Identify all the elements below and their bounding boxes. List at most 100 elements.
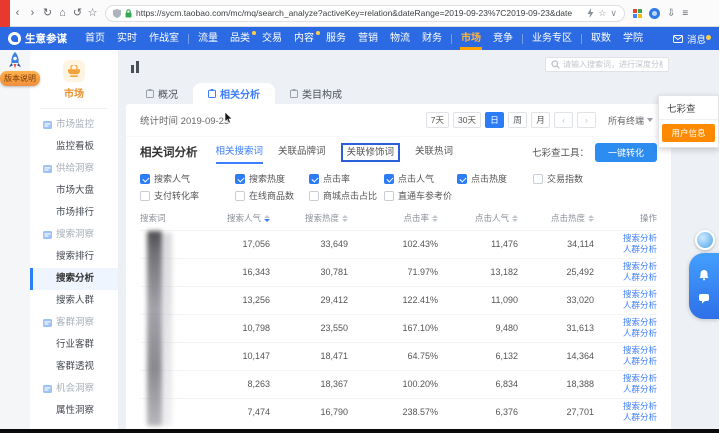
metric-checkbox[interactable]: 点击率: [309, 172, 384, 185]
nav-item[interactable]: 业务专区: [526, 27, 578, 50]
sort-icon[interactable]: [432, 215, 438, 222]
checkbox-unchecked-icon[interactable]: [309, 191, 319, 201]
search-analysis-link[interactable]: 搜索分析: [594, 373, 657, 384]
brand-name[interactable]: 生意参谋: [25, 31, 67, 46]
col-header-search-heat[interactable]: 搜索热度: [270, 206, 348, 230]
range-week-button[interactable]: 周: [508, 112, 527, 128]
url-text[interactable]: https://sycm.taobao.com/mc/mq/search_ana…: [136, 8, 583, 18]
menu-icon[interactable]: ≡: [682, 8, 688, 19]
sort-icon[interactable]: [342, 215, 348, 222]
sidebar-item-search-analysis[interactable]: 搜索分析: [30, 268, 118, 290]
subtab-modifier-words[interactable]: 关联修饰词: [341, 143, 401, 162]
metric-checkbox[interactable]: 商城点击占比: [309, 189, 384, 202]
url-dropdown-icon[interactable]: ∨: [610, 5, 617, 22]
subtab-brand-words[interactable]: 关联品牌词: [278, 137, 326, 167]
user-info-button[interactable]: 用户信息: [662, 124, 715, 142]
col-header-click-popularity[interactable]: 点击人气: [438, 206, 518, 230]
sidebar-item[interactable]: 市场排行: [30, 202, 118, 224]
nav-item[interactable]: 实时: [111, 27, 143, 50]
nav-item[interactable]: 作战室: [143, 27, 185, 50]
prev-date-button[interactable]: ‹: [554, 112, 573, 128]
sort-icon[interactable]: [588, 215, 594, 222]
sidebar-item[interactable]: 属性洞察: [30, 400, 118, 422]
sort-icon[interactable]: [264, 215, 270, 222]
search-analysis-link[interactable]: 搜索分析: [594, 261, 657, 272]
col-header-search-popularity[interactable]: 搜索人气: [196, 206, 270, 230]
metric-checkbox[interactable]: 搜索热度: [235, 172, 309, 185]
col-header-click-heat[interactable]: 点击热度: [518, 206, 594, 230]
crowd-analysis-link[interactable]: 人群分析: [594, 244, 657, 255]
search-analysis-link[interactable]: 搜索分析: [594, 289, 657, 300]
nav-item-market[interactable]: 市场: [455, 27, 487, 50]
checkbox-unchecked-icon[interactable]: [384, 191, 394, 201]
nav-item[interactable]: 财务: [416, 27, 448, 50]
sidebar-section[interactable]: 市场监控: [30, 114, 118, 136]
search-analysis-link[interactable]: 搜索分析: [594, 317, 657, 328]
reload-icon[interactable]: ↻: [40, 0, 55, 27]
messages-entry[interactable]: 消息: [673, 32, 711, 46]
crowd-analysis-link[interactable]: 人群分析: [594, 412, 657, 423]
nav-item[interactable]: 首页: [79, 27, 111, 50]
metric-checkbox[interactable]: 搜索人气: [140, 172, 235, 185]
crowd-analysis-link[interactable]: 人群分析: [594, 272, 657, 283]
crowd-analysis-link[interactable]: 人群分析: [594, 300, 657, 311]
assistant-avatar[interactable]: [695, 230, 715, 250]
sidebar-section[interactable]: 供给洞察: [30, 158, 118, 180]
checkbox-unchecked-icon[interactable]: [235, 191, 245, 201]
checkbox-checked-icon[interactable]: [140, 174, 150, 184]
history-icon[interactable]: ↺: [70, 0, 85, 27]
checkbox-checked-icon[interactable]: [457, 174, 467, 184]
sidebar-section[interactable]: 机会洞察: [30, 378, 118, 400]
terminal-select[interactable]: 所有终端: [608, 114, 653, 127]
next-date-button[interactable]: ›: [577, 112, 596, 128]
metric-checkbox[interactable]: 交易指数: [533, 172, 623, 185]
subtab-related-search-words[interactable]: 相关搜索词: [216, 137, 264, 167]
range-month-button[interactable]: 月: [531, 112, 550, 128]
checkbox-checked-icon[interactable]: [235, 174, 245, 184]
checkbox-unchecked-icon[interactable]: [533, 174, 543, 184]
checkbox-unchecked-icon[interactable]: [140, 191, 150, 201]
home-icon[interactable]: ⌂: [55, 0, 70, 27]
forward-icon[interactable]: ›: [25, 0, 40, 27]
extensions-grid-icon[interactable]: [633, 9, 642, 18]
sort-icon[interactable]: [512, 215, 518, 222]
tab-relation-analysis[interactable]: 相关分析: [193, 83, 275, 104]
search-analysis-link[interactable]: 搜索分析: [594, 233, 657, 244]
metric-checkbox[interactable]: 支付转化率: [140, 189, 235, 202]
metric-checkbox[interactable]: 点击热度: [457, 172, 533, 185]
favorite-star-icon[interactable]: ☆: [598, 5, 606, 22]
tab-overview[interactable]: 概况: [131, 83, 193, 104]
sidebar-item[interactable]: 市场大盘: [30, 180, 118, 202]
nav-item[interactable]: 服务: [320, 27, 352, 50]
search-analysis-link[interactable]: 搜索分析: [594, 345, 657, 356]
sidebar-item[interactable]: 监控看板: [30, 136, 118, 158]
sidebar-section[interactable]: 客群洞察: [30, 312, 118, 334]
nav-item[interactable]: 流量: [192, 27, 224, 50]
checkbox-checked-icon[interactable]: [384, 174, 394, 184]
sidebar-item[interactable]: 行业客群: [30, 334, 118, 356]
nav-item[interactable]: 取数: [585, 27, 617, 50]
range-7d-button[interactable]: 7天: [426, 112, 449, 128]
qicaicha-menu-item[interactable]: 七彩查: [659, 96, 718, 120]
crowd-analysis-link[interactable]: 人群分析: [594, 328, 657, 339]
download-icon[interactable]: ⇩: [667, 8, 675, 19]
nav-item[interactable]: 交易: [256, 27, 288, 50]
sidebar-item[interactable]: 搜索排行: [30, 246, 118, 268]
version-note-badge[interactable]: 版本说明: [0, 71, 40, 86]
nav-item[interactable]: 竞争: [487, 27, 519, 50]
one-click-convert-button[interactable]: 一键转化: [595, 143, 657, 162]
sidebar-item[interactable]: 客群透视: [30, 356, 118, 378]
sidebar-item[interactable]: 搜索人群: [30, 290, 118, 312]
nav-item[interactable]: 营销: [352, 27, 384, 50]
back-icon[interactable]: ‹: [10, 0, 25, 27]
tab-category-composition[interactable]: 类目构成: [275, 83, 357, 104]
metric-checkbox[interactable]: 点击人气: [384, 172, 457, 185]
bookmark-icon[interactable]: ☆: [85, 0, 100, 27]
subtab-hot-words[interactable]: 关联热词: [415, 137, 453, 167]
url-bar[interactable]: https://sycm.taobao.com/mc/mq/search_ana…: [105, 5, 625, 22]
crowd-analysis-link[interactable]: 人群分析: [594, 384, 657, 395]
nav-item[interactable]: 物流: [384, 27, 416, 50]
metric-checkbox[interactable]: 在线商品数: [235, 189, 309, 202]
range-day-button[interactable]: 日: [485, 112, 504, 128]
lightning-icon[interactable]: [587, 8, 594, 18]
